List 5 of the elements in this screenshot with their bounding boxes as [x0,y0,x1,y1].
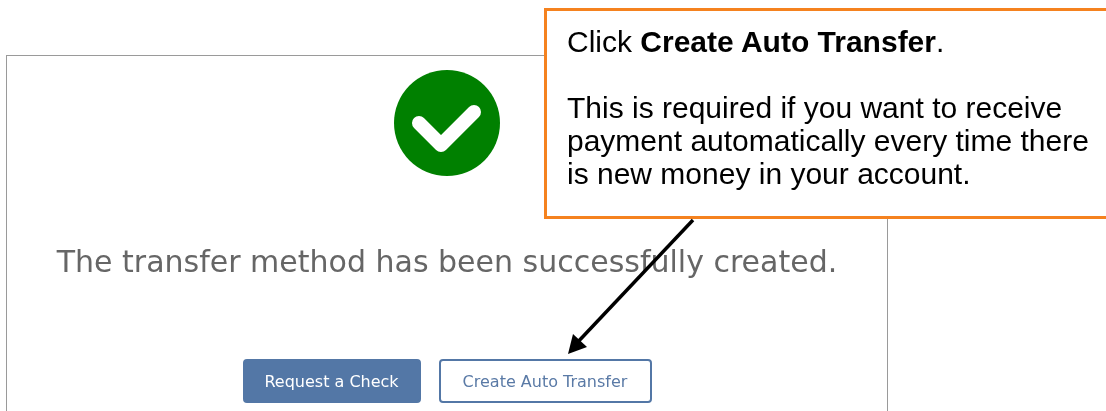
callout-instruction: Click Create Auto Transfer. [567,25,946,58]
create-transfer-button[interactable]: Create Auto Transfer [438,359,652,403]
check-circle-icon [394,70,500,176]
request-check-button[interactable]: Request a Check [242,359,421,403]
callout-note: This is required if you want to receive payment automatically every time there is new money in your account. [567,91,1090,190]
